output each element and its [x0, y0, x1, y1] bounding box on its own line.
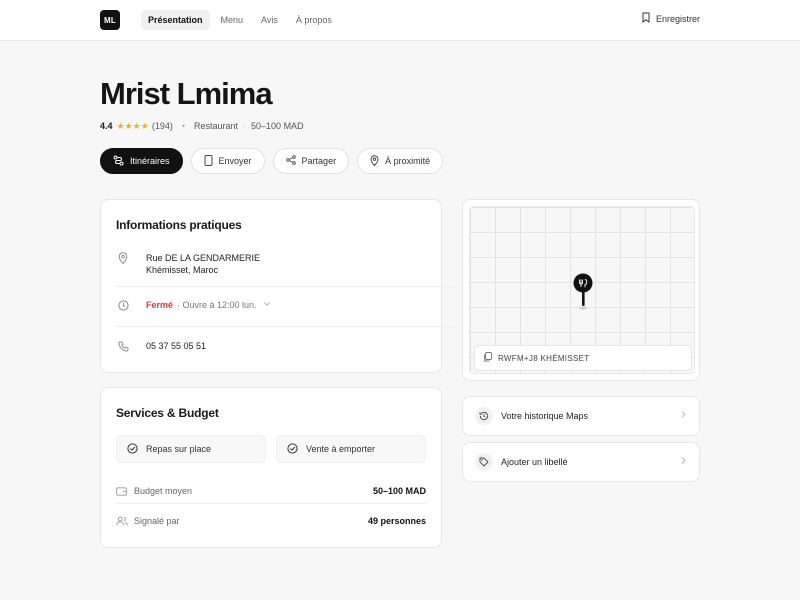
logo[interactable]: ML: [100, 10, 120, 30]
wallet-icon: [116, 486, 128, 496]
tab-menu[interactable]: Menu: [214, 10, 251, 30]
directions-label: Itinéraires: [130, 156, 170, 166]
add-label-text: Ajouter un libellé: [501, 457, 568, 467]
plus-code-text: RWFM+J8 KHÉMISSET: [498, 353, 590, 363]
add-label-link[interactable]: Ajouter un libellé: [462, 442, 700, 482]
hours-row[interactable]: Fermé · Ouvre à 12:00 lun.: [116, 300, 426, 311]
service-label: Vente à emporter: [306, 444, 376, 454]
save-button[interactable]: Enregistrer: [641, 12, 700, 25]
category: Restaurant: [194, 121, 239, 131]
budget-row: Budget moyen 50–100 MAD: [116, 483, 426, 499]
rating-value: 4.4: [100, 121, 113, 131]
divider: [116, 503, 426, 504]
phone-row[interactable]: 05 37 55 05 51: [116, 341, 426, 352]
reported-row: Signalé par 49 personnes: [116, 513, 426, 529]
share-label: Partager: [301, 156, 337, 166]
address-line-1: Rue DE LA GENDARMERIE: [146, 253, 261, 263]
map-view[interactable]: RWFM+J8 KHÉMISSET: [469, 206, 695, 374]
directions-button[interactable]: Itinéraires: [100, 148, 183, 174]
budget-value: 50–100 MAD: [372, 486, 426, 496]
location-pin-icon: [370, 154, 379, 168]
price-range: 50–100 MAD: [251, 121, 304, 131]
star-icon: ★: [116, 120, 125, 131]
service-takeaway: Vente à emporter: [276, 435, 426, 463]
plus-code-chip[interactable]: RWFM+J8 KHÉMISSET: [474, 345, 692, 371]
tab-presentation[interactable]: Présentation: [141, 10, 210, 30]
star-icon: ★: [132, 120, 141, 131]
tag-icon: [475, 453, 493, 471]
check-circle-icon: [287, 442, 298, 456]
divider: [116, 326, 456, 327]
send-button[interactable]: Envoyer: [190, 148, 265, 174]
send-label: Envoyer: [218, 156, 252, 166]
services-card-title: Services & Budget: [116, 406, 219, 420]
separator-dot: •: [181, 121, 185, 131]
service-dine-in: Repas sur place: [116, 435, 266, 463]
phone-icon: [116, 341, 130, 352]
phone-device-icon: [204, 154, 213, 168]
nearby-label: À proximité: [385, 156, 431, 166]
page-title: Mrist Lmima: [100, 76, 273, 111]
info-card-title: Informations pratiques: [116, 218, 242, 232]
nearby-button[interactable]: À proximité: [357, 148, 444, 174]
rating-stars: ★ ★ ★ ★: [116, 120, 149, 131]
reported-value: 49 personnes: [367, 516, 426, 526]
check-circle-icon: [127, 442, 138, 456]
share-button[interactable]: Partager: [272, 148, 350, 174]
map-card: RWFM+J8 KHÉMISSET: [462, 199, 700, 381]
copy-icon: [483, 352, 492, 364]
maps-history-link[interactable]: Votre historique Maps: [462, 396, 700, 436]
divider: [116, 286, 456, 287]
separator-dot: ·: [243, 121, 247, 131]
star-icon: ★: [124, 120, 133, 131]
chevron-down-icon[interactable]: [263, 300, 271, 310]
clock-icon: [116, 300, 130, 311]
opening-hours: · Ouvre à 12:00 lun.: [177, 300, 257, 310]
history-icon: [475, 407, 493, 425]
maps-history-label: Votre historique Maps: [501, 411, 589, 421]
bookmark-icon: [641, 12, 651, 25]
action-bar: Itinéraires Envoyer Partager À proximité: [100, 148, 444, 174]
info-card: Informations pratiques Rue DE LA GENDARM…: [100, 199, 456, 373]
status-closed: Fermé: [146, 300, 174, 310]
main-nav: Présentation Menu Avis À propos: [141, 10, 339, 30]
users-icon: [116, 516, 128, 526]
route-icon: [113, 155, 124, 168]
save-label: Enregistrer: [655, 13, 700, 24]
services-card: Services & Budget Repas sur place Vente …: [100, 387, 442, 548]
service-label: Repas sur place: [146, 444, 212, 454]
review-count[interactable]: (194): [152, 121, 173, 131]
share-icon: [285, 155, 296, 167]
phone-number: 05 37 55 05 51: [146, 341, 207, 351]
top-bar: ML Présentation Menu Avis À propos Enreg…: [0, 0, 800, 41]
location-pin-icon: [116, 252, 130, 264]
place-meta: 4.4 ★ ★ ★ ★ (194) • Restaurant · 50–100 …: [100, 121, 304, 131]
tab-about[interactable]: À propos: [289, 10, 339, 30]
tab-reviews[interactable]: Avis: [254, 10, 285, 30]
chevron-right-icon: [680, 410, 687, 422]
budget-label: Budget moyen: [134, 486, 193, 496]
reported-label: Signalé par: [134, 516, 180, 526]
map-pin-icon[interactable]: [573, 273, 593, 316]
address-line-2: Khémisset, Maroc: [146, 265, 219, 275]
address-row[interactable]: Rue DE LA GENDARMERIE Khémisset, Maroc: [116, 252, 426, 276]
chevron-right-icon: [680, 456, 687, 468]
star-icon: ★: [140, 120, 149, 131]
